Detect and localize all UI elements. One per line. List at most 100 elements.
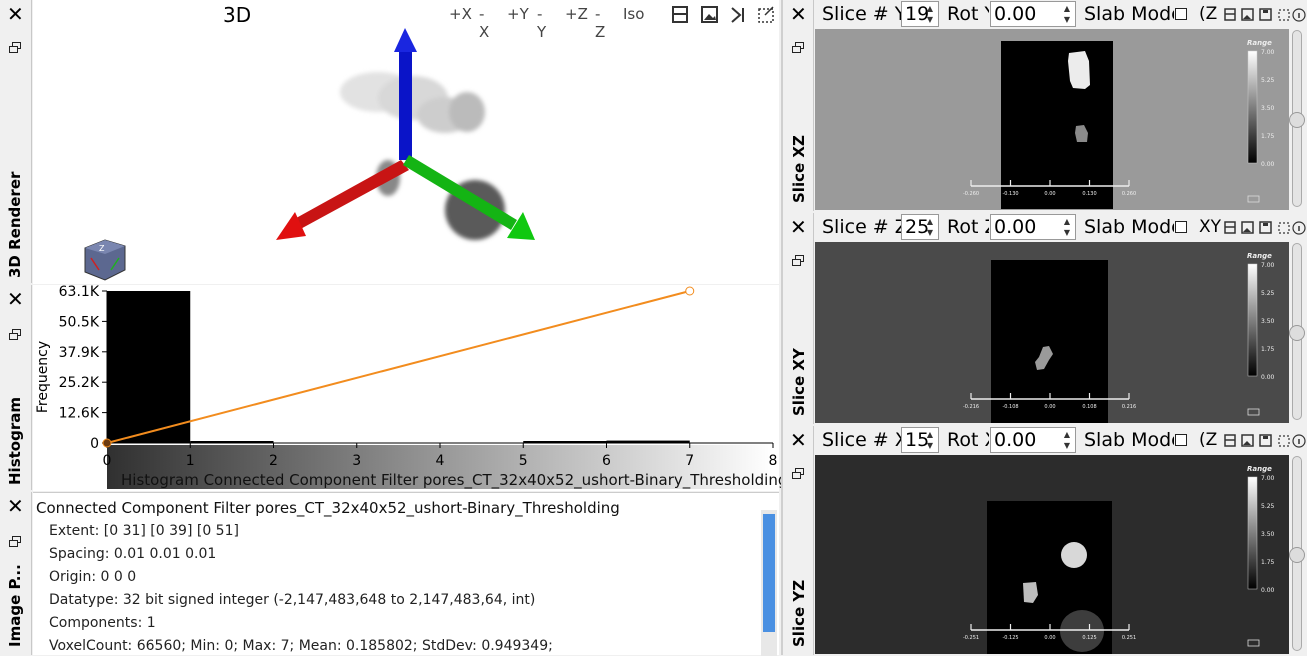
slice-number-spinbox[interactable]: 19 ▲ ▼ [901,1,939,27]
slice-tab-label[interactable]: Slice XZ [790,135,808,203]
ruler-tick-label: -0.108 [1002,404,1018,410]
renderer-viewport[interactable]: 3D +X -X +Y -Y +Z -Z Iso Z [33,0,779,284]
info-icon[interactable] [1292,8,1306,22]
axis-toggle-button[interactable]: (Z [1199,0,1221,28]
save-icon[interactable] [1259,434,1272,447]
image-icon[interactable] [1241,8,1254,21]
rotation-spinbox[interactable]: 0.00 ▲ ▼ [990,427,1076,453]
float-window-icon[interactable] [792,42,805,53]
slice-slider-handle[interactable] [1289,111,1305,128]
close-icon[interactable]: ✕ [7,289,24,309]
info-icon[interactable] [1292,221,1306,235]
x-tick-label: 1 [186,453,195,469]
scrollbar-thumb[interactable] [763,514,775,632]
info-tab-label[interactable]: Image P... [6,564,24,647]
slice-side-tab: ✕ Slice XZ [783,0,814,211]
slice-viewport[interactable]: -0.216 -0.108 0.00 0.108 0.216 Range 7.00 5.2… [815,242,1289,423]
slice-tab-label[interactable]: Slice YZ [790,580,808,647]
info-scrollbar[interactable] [761,510,777,656]
colorbar-tick-label: 0.00 [1261,161,1275,168]
float-window-icon[interactable] [792,255,805,266]
ruler-tick-label: 0.260 [1122,191,1136,197]
close-icon[interactable]: ✕ [790,217,807,237]
film-icon[interactable] [1224,221,1236,234]
float-window-icon[interactable] [9,536,22,547]
save-icon[interactable] [1259,221,1272,234]
slice-slider[interactable] [1289,243,1305,420]
slice-slider[interactable] [1289,456,1305,651]
rotation-label: Rot Z [947,216,989,238]
fit-view-icon[interactable] [1278,9,1290,21]
x-axis-arrow [276,160,409,240]
slice-toolbar: Slice # X 15▲▼ Rot X 0.00▲▼ Slab Mode (Z [815,426,1307,454]
ruler-tick-label: 0.251 [1122,635,1136,641]
info-extent: Extent: [0 31] [0 39] [0 51] [49,523,239,539]
film-icon[interactable] [1224,8,1236,21]
info-datatype: Datatype: 32 bit signed integer (-2,147,… [49,592,536,608]
slab-mode-checkbox[interactable] [1175,434,1187,446]
colorbar: Range 7.00 5.25 3.50 1.75 0.00 [1247,252,1275,381]
float-window-icon[interactable] [9,329,22,340]
slice-tab-label[interactable]: Slice XY [790,348,808,416]
rotation-spinbox[interactable]: 0.00 ▲ ▼ [990,1,1076,27]
close-icon[interactable]: ✕ [790,430,807,450]
renderer-tab-label[interactable]: 3D Renderer [6,172,24,278]
histogram-tab-label[interactable]: Histogram [6,397,24,485]
slice-slider-handle[interactable] [1289,546,1305,563]
slice-number-label: Slice # X [822,429,902,451]
slice-slider-handle[interactable] [1289,324,1305,341]
float-window-icon[interactable] [792,468,805,479]
axis-toggle-button[interactable]: (Z [1199,426,1221,454]
slice-toolbar: Slice # Y 19▲▼ Rot Y 0.00▲▼ Slab Mode (Z [815,0,1307,28]
slice-number-spinbox[interactable]: 25 ▲ ▼ [901,214,939,240]
rotation-spinbox[interactable]: 0.00 ▲ ▼ [990,214,1076,240]
close-icon[interactable]: ✕ [790,4,807,24]
info-components: Components: 1 [49,615,156,631]
image-icon[interactable] [1241,434,1254,447]
slice-number-spinbox[interactable]: 15 ▲ ▼ [901,427,939,453]
fit-view-icon[interactable] [1278,435,1290,447]
film-icon[interactable] [1224,434,1236,447]
histogram-side-tab: ✕ Histogram [0,285,32,490]
transfer-function-line[interactable] [106,290,691,444]
pore-shape [1061,542,1087,568]
float-window-icon[interactable] [9,42,22,53]
info-icon[interactable] [1292,434,1306,448]
slice-slider[interactable] [1289,30,1305,207]
y-tick-label: 25.2K [59,375,100,391]
transfer-point-handle[interactable] [685,286,695,296]
ruler-tick-label: 0.108 [1082,404,1096,410]
slice-image: -0.216 -0.108 0.00 0.108 0.216 Range 7.00 5.2… [963,252,1275,423]
close-icon[interactable]: ✕ [7,4,24,24]
transfer-point-handle[interactable] [102,438,112,448]
x-tick-label: 4 [436,453,445,469]
ruler-tick-label: 0.00 [1044,404,1055,410]
slab-mode-checkbox[interactable] [1175,221,1187,233]
image-icon[interactable] [1241,221,1254,234]
pore-blob [340,72,505,240]
histogram-panel[interactable]: 63.1K 50.5K 37.9K 25.2K 12.6K 0 0 1 2 3 4 5 6 7 8 Frequ… [33,285,787,491]
info-spacing: Spacing: 0.01 0.01 0.01 [49,546,217,562]
orientation-cube-icon[interactable]: Z [84,239,126,281]
slab-mode-checkbox[interactable] [1175,8,1187,20]
volume-slice [1001,41,1113,209]
info-origin: Origin: 0 0 0 [49,569,137,585]
logo-icon [1247,639,1260,647]
slice-viewport[interactable]: -0.260 -0.130 0.00 0.130 0.260 Range 7.00 5.2… [815,29,1289,210]
slice-image: -0.260 -0.130 0.00 0.130 0.260 Range 7.00 5.2… [963,39,1275,209]
slice-viewport[interactable]: -0.251 -0.125 0.00 0.125 0.251 Range 7.00 5.2… [815,455,1289,654]
slice-image: -0.251 -0.125 0.00 0.125 0.251 Range 7.00 5.2… [963,465,1275,654]
save-icon[interactable] [1259,8,1272,21]
colorbar-tick-label: 7.00 [1261,49,1275,56]
x-tick-label: 2 [269,453,278,469]
ruler-tick-label: -0.130 [1002,191,1018,197]
ruler-tick-label: 0.130 [1082,191,1096,197]
colorbar-tick-label: 5.25 [1261,503,1275,510]
fit-view-icon[interactable] [1278,222,1290,234]
axis-toggle-button[interactable]: XY [1199,213,1221,241]
slice-tool-icons [1224,8,1306,22]
close-icon[interactable]: ✕ [7,496,24,516]
colorbar: Range 7.00 5.25 3.50 1.75 0.00 [1247,39,1275,168]
slab-mode-label: Slab Mode [1084,3,1174,25]
rotation-label: Rot Y [947,3,989,25]
